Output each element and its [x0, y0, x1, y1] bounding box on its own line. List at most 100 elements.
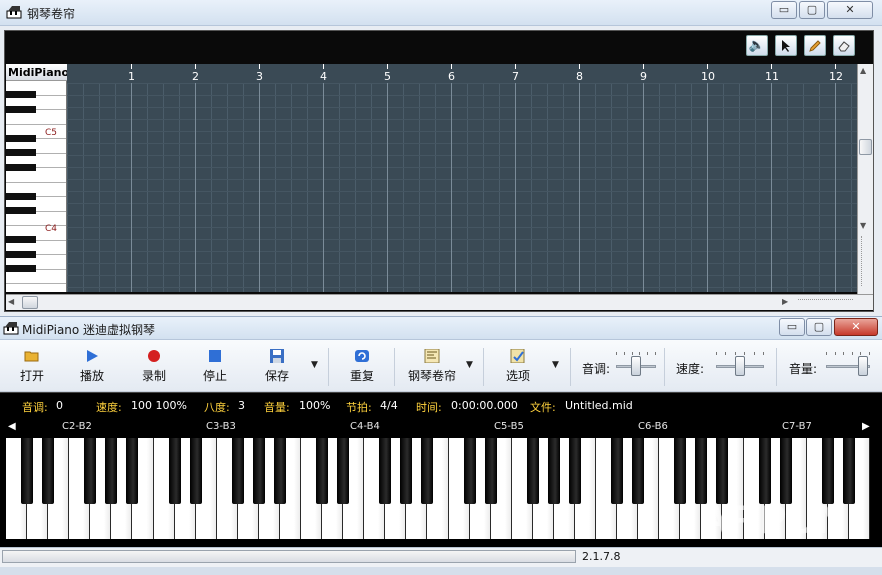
maximize-button[interactable]: ▢: [799, 1, 825, 19]
vertical-scrollbar[interactable]: ▲ ▼: [857, 64, 873, 310]
status-file-key: 文件:: [530, 401, 556, 414]
roll-black-key[interactable]: [6, 207, 36, 215]
save-dropdown-arrow[interactable]: ▼: [311, 360, 318, 370]
octave-left-arrow[interactable]: ◀: [8, 421, 16, 432]
scroll-right-arrow[interactable]: ▶: [782, 297, 788, 306]
piano-roll-button[interactable]: 钢琴卷帘: [407, 346, 457, 384]
maximize-button[interactable]: ▢: [806, 318, 832, 336]
status-file-value: Untitled.mid: [565, 399, 633, 412]
piano-black-key[interactable]: [337, 438, 350, 504]
grid-line: [659, 64, 660, 292]
piano-black-key[interactable]: [42, 438, 55, 504]
grid-row-line: [67, 215, 857, 216]
volume-slider[interactable]: [826, 352, 870, 380]
piano-black-key[interactable]: [126, 438, 139, 504]
measure-line: [387, 64, 388, 292]
close-button[interactable]: ✕: [834, 318, 878, 336]
piano-black-key[interactable]: [842, 438, 855, 504]
pencil-tool-button[interactable]: [804, 35, 826, 56]
measure-number: 1: [128, 70, 135, 83]
horizontal-zoom-slider[interactable]: [798, 299, 853, 305]
roll-black-key[interactable]: [6, 149, 36, 157]
roll-black-key[interactable]: [6, 105, 36, 113]
open-label: 打开: [19, 369, 44, 383]
piano-black-key[interactable]: [632, 438, 645, 504]
piano-black-key[interactable]: [779, 438, 792, 504]
roll-black-key[interactable]: [6, 91, 36, 99]
vertical-zoom-slider[interactable]: [861, 236, 870, 286]
roll-black-key[interactable]: [6, 163, 36, 171]
measure-number: 11: [765, 70, 779, 83]
piano-black-key[interactable]: [716, 438, 729, 504]
close-button[interactable]: ✕: [827, 1, 873, 19]
octave-right-arrow[interactable]: ▶: [862, 421, 870, 432]
eraser-tool-button[interactable]: [833, 35, 855, 56]
roll-black-key[interactable]: [6, 192, 36, 200]
scroll-down-arrow[interactable]: ▼: [860, 221, 866, 230]
horizontal-scrollbar[interactable]: ◀ ▶: [6, 294, 873, 310]
stop-button[interactable]: 停止: [201, 346, 229, 384]
pitch-slider[interactable]: [616, 352, 656, 380]
roll-black-key[interactable]: [6, 236, 36, 244]
slider-thumb[interactable]: [631, 356, 641, 376]
speed-label: 速度:: [676, 362, 705, 376]
play-button[interactable]: 播放: [78, 346, 106, 384]
piano-black-key[interactable]: [316, 438, 329, 504]
octave-label: C6-B6: [638, 421, 668, 432]
scroll-up-arrow[interactable]: ▲: [860, 66, 866, 75]
piano-black-key[interactable]: [547, 438, 560, 504]
grid-row-line: [67, 263, 857, 264]
ruler-tick: [707, 64, 708, 69]
speed-slider[interactable]: [716, 352, 764, 380]
roll-black-key[interactable]: [6, 134, 36, 142]
piano-black-key[interactable]: [484, 438, 497, 504]
piano-black-key[interactable]: [463, 438, 476, 504]
piano-black-key[interactable]: [84, 438, 97, 504]
grid-line: [211, 64, 212, 292]
slider-thumb[interactable]: [735, 356, 745, 376]
piano-black-key[interactable]: [168, 438, 181, 504]
measure-line: [515, 64, 516, 292]
status-beat-key: 节拍:: [346, 401, 372, 414]
speaker-tool-button[interactable]: 🔈: [746, 35, 768, 56]
open-button[interactable]: 打开: [18, 346, 46, 384]
minimize-button[interactable]: ▭: [771, 1, 797, 19]
piano-black-key[interactable]: [526, 438, 539, 504]
roll-black-key[interactable]: [6, 265, 36, 273]
stop-label: 停止: [202, 369, 227, 383]
grid-row-line: [67, 143, 857, 144]
horizontal-scroll-thumb[interactable]: [22, 296, 38, 309]
repeat-button[interactable]: 重复: [348, 346, 376, 384]
options-dropdown-arrow[interactable]: ▼: [552, 360, 559, 370]
piano-roll-dropdown-arrow[interactable]: ▼: [466, 360, 473, 370]
record-button[interactable]: 录制: [140, 346, 168, 384]
vertical-scroll-thumb[interactable]: [859, 139, 872, 155]
piano-black-key[interactable]: [273, 438, 286, 504]
piano-black-key[interactable]: [568, 438, 581, 504]
minimize-button[interactable]: ▭: [779, 318, 805, 336]
piano-black-key[interactable]: [400, 438, 413, 504]
save-button[interactable]: 保存: [263, 346, 291, 384]
scroll-left-arrow[interactable]: ◀: [8, 297, 14, 306]
main-title: MidiPiano 迷迪虚拟钢琴: [22, 323, 156, 337]
piano-black-key[interactable]: [252, 438, 265, 504]
piano-black-key[interactable]: [421, 438, 434, 504]
note-grid[interactable]: [67, 64, 857, 292]
progress-bar[interactable]: [2, 550, 576, 563]
piano-black-key[interactable]: [231, 438, 244, 504]
piano-black-key[interactable]: [105, 438, 118, 504]
piano-black-key[interactable]: [758, 438, 771, 504]
piano-black-key[interactable]: [695, 438, 708, 504]
slider-thumb[interactable]: [858, 356, 869, 376]
roll-white-key[interactable]: [6, 284, 66, 292]
piano-black-key[interactable]: [379, 438, 392, 504]
piano-black-key[interactable]: [821, 438, 834, 504]
grid-row-line: [67, 95, 857, 96]
piano-black-key[interactable]: [674, 438, 687, 504]
options-button[interactable]: 选项: [504, 346, 532, 384]
roll-black-key[interactable]: [6, 250, 36, 258]
piano-black-key[interactable]: [189, 438, 202, 504]
select-tool-button[interactable]: [775, 35, 797, 56]
piano-black-key[interactable]: [611, 438, 624, 504]
piano-black-key[interactable]: [21, 438, 34, 504]
